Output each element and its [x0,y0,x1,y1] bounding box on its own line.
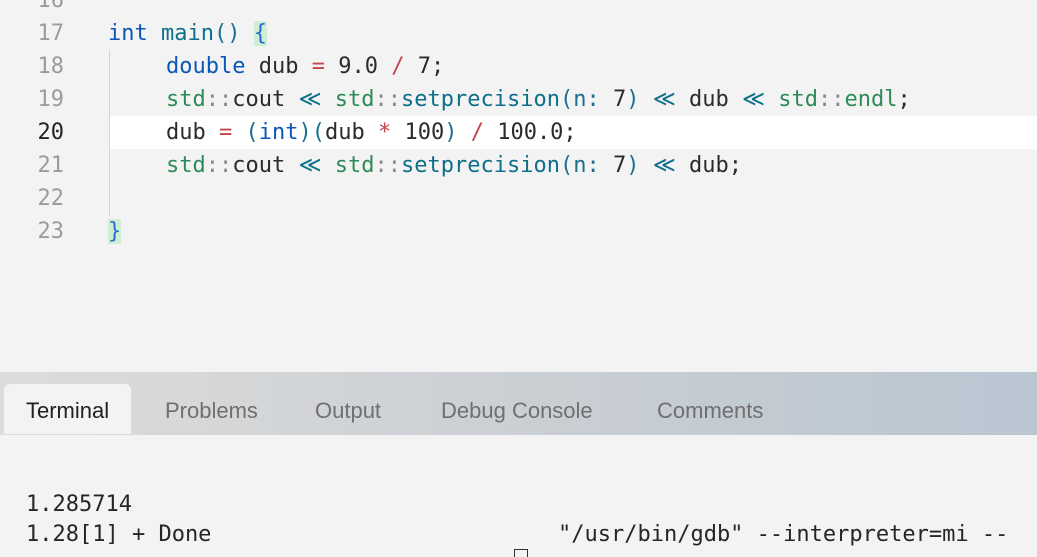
inlay-hint: n: [573,153,600,178]
terminal-job-command: "/usr/bin/gdb" --interpreter=mi -- [558,522,1009,547]
line-number: 20 [37,120,65,145]
code-line: 22 [0,182,1037,215]
inlay-hint: n: [573,87,600,112]
matched-brace: { [253,21,267,46]
code-line: 17 int main() { [0,17,1037,50]
matched-brace: } [108,219,122,244]
terminal-output[interactable]: 1.285714 1.28[1] + Done "/usr/bin/gdb" -… [0,435,1037,557]
line-number: 18 [37,54,65,79]
code-text: std::cout ≪ std::setprecision(n: 7) ≪ du… [166,87,911,112]
code-line-active: 20 dub = (int)(dub * 100) / 100.0; [0,116,1037,149]
code-line: 21 std::cout ≪ std::setprecision(n: 7) ≪… [0,149,1037,182]
code-text: int main() { [108,21,267,46]
terminal-line: 1.285714 [26,492,132,517]
code-line: 19 std::cout ≪ std::setprecision(n: 7) ≪… [0,83,1037,116]
code-editor[interactable]: 16 17 int main() { 18 double dub = 9.0 /… [0,0,1037,372]
code-text: double dub = 9.0 / 7; [166,54,445,79]
tab-problems[interactable]: Problems [165,384,258,434]
tab-output[interactable]: Output [315,384,381,434]
tab-comments[interactable]: Comments [657,384,763,434]
line-number: 17 [37,21,65,46]
code-text: dub = (int)(dub * 100) / 100.0; [166,120,577,145]
code-line: 23 } [0,215,1037,248]
tab-debug-console[interactable]: Debug Console [441,384,593,434]
line-number: 23 [37,219,65,244]
code-text: std::cout ≪ std::setprecision(n: 7) ≪ du… [166,153,742,178]
line-number: 21 [37,153,65,178]
line-number: 16 [37,0,65,13]
line-number: 19 [37,87,65,112]
code-line: 16 [0,0,1037,17]
code-text: } [108,215,122,248]
terminal-cursor [514,549,528,557]
terminal-line: 1.28[1] + Done [26,522,212,547]
line-number: 22 [37,186,65,211]
code-line: 18 double dub = 9.0 / 7; [0,50,1037,83]
tab-terminal[interactable]: Terminal [4,384,132,434]
panel-tab-bar: Terminal Problems Output Debug Console C… [0,372,1037,435]
